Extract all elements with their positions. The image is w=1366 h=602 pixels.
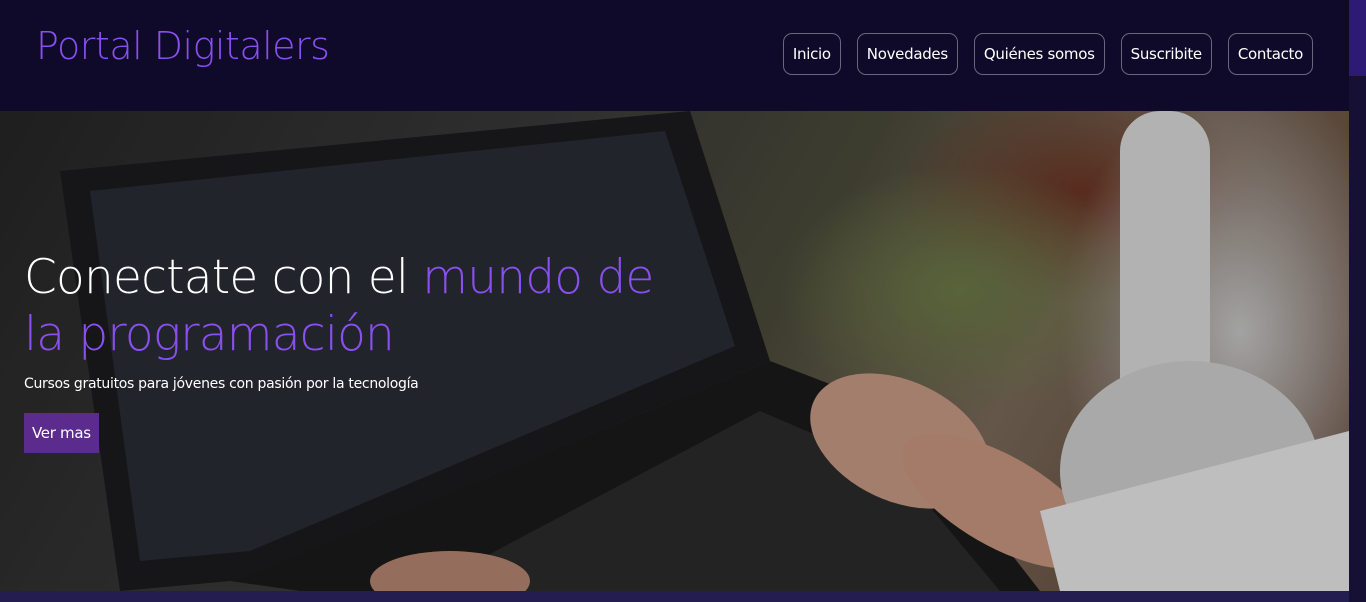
nav-item-contacto[interactable]: Contacto — [1227, 33, 1313, 75]
nav-item-quienes-somos[interactable]: Quiénes somos — [973, 33, 1105, 75]
hero-title: Conectate con el mundo de la programació… — [24, 249, 664, 363]
scrollbar-thumb[interactable] — [1349, 0, 1366, 76]
hero-section: Conectate con el mundo de la programació… — [0, 111, 1349, 591]
page-scrollbar[interactable] — [1349, 0, 1366, 602]
brand-logo-link[interactable]: Portal Digitalers — [36, 24, 330, 68]
hero-title-prefix: Conectate con el — [24, 250, 423, 305]
hero-subtitle: Cursos gratuitos para jóvenes con pasión… — [24, 376, 419, 392]
nav-item-suscribite[interactable]: Suscribite — [1120, 33, 1212, 75]
nav-item-novedades[interactable]: Novedades — [856, 33, 958, 75]
next-section-edge — [0, 591, 1349, 602]
site-header: Portal Digitalers Inicio Novedades Quién… — [0, 0, 1349, 111]
ver-mas-button[interactable]: Ver mas — [24, 413, 99, 453]
nav-item-inicio[interactable]: Inicio — [782, 33, 841, 75]
main-nav: Inicio Novedades Quiénes somos Suscribit… — [782, 33, 1313, 75]
